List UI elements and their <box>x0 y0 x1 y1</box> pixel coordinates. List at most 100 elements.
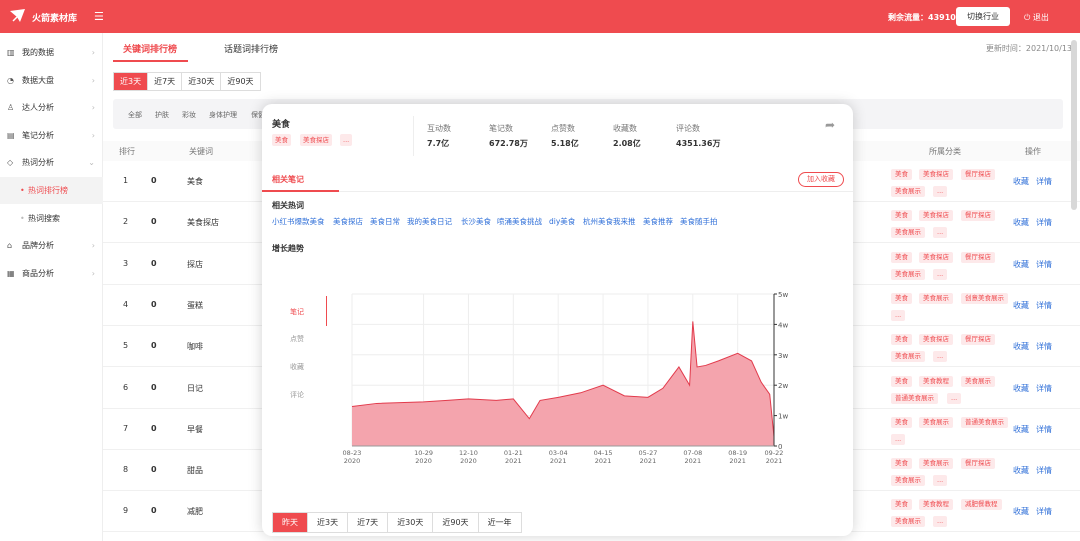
update-time: 更新时间：2021/10/13 <box>985 44 1072 53</box>
popup-range-selector: 昨天 近3天 近7天 近30天 近90天 近一年 <box>272 512 522 533</box>
hotword-link[interactable]: 美食探店 <box>333 216 363 227</box>
rocket-logo-icon <box>10 9 25 22</box>
range-90d-button[interactable]: 近90天 <box>433 513 479 532</box>
sidebar-item-brand[interactable]: ⌂ 品牌分析 › <box>0 232 103 259</box>
sidebar-item-market[interactable]: ◔ 数据大盘 › <box>0 67 103 94</box>
remaining-credits: 剩余流量：43910 <box>888 13 956 22</box>
related-hotwords-title: 相关热词 <box>272 201 304 210</box>
detail-link[interactable]: 详情 <box>1036 300 1052 311</box>
keyword-cell[interactable]: 甜品 <box>187 465 203 476</box>
sidebar-item-hotwords[interactable]: ◇ 热词分析 ⌄ <box>0 149 103 176</box>
shop-icon: ▦ <box>7 269 15 278</box>
tab-topic-ranking[interactable]: 话题词排行榜 <box>224 42 278 55</box>
range-3d-button[interactable]: 近3天 <box>114 73 149 90</box>
favorite-link[interactable]: 收藏 <box>1013 383 1029 394</box>
switch-industry-button[interactable]: 切换行业 <box>956 7 1010 26</box>
sidebar-item-goods[interactable]: ▦ 商品分析 › <box>0 260 103 287</box>
favorite-link[interactable]: 收藏 <box>1013 300 1029 311</box>
category-bodycare[interactable]: 身体护理 <box>209 110 237 120</box>
sidebar-item-kol[interactable]: ♙ 达人分析 › <box>0 94 103 121</box>
favorite-link[interactable]: 收藏 <box>1013 217 1029 228</box>
detail-link[interactable]: 详情 <box>1036 506 1052 517</box>
category-tag: 美食 <box>891 251 912 263</box>
category-tag: 美食探店 <box>919 169 953 180</box>
sidebar-item-my-data[interactable]: ▥ 我的数据 › <box>0 39 103 66</box>
range-30d-button[interactable]: 近30天 <box>388 513 434 532</box>
x-tick-label: 10-29 <box>414 449 433 457</box>
rank-change-cell: 0 <box>151 506 157 516</box>
hotword-link[interactable]: 美食日常 <box>370 216 400 227</box>
sidebar-item-notes[interactable]: ▤ 笔记分析 › <box>0 122 103 149</box>
metric-comments-tab[interactable]: 评论 <box>290 390 304 400</box>
tab-related-notes[interactable]: 相关笔记 <box>272 174 304 185</box>
favorite-link[interactable]: 收藏 <box>1013 176 1029 187</box>
category-tag: 美食探店 <box>919 334 953 346</box>
range-30d-button[interactable]: 近30天 <box>182 73 222 90</box>
favorite-link[interactable]: 收藏 <box>1013 506 1029 517</box>
hotword-link[interactable]: 美食随手拍 <box>680 216 718 227</box>
category-skincare[interactable]: 护肤 <box>155 110 169 120</box>
detail-link[interactable]: 详情 <box>1036 217 1052 228</box>
hotword-link[interactable]: 小红书爆款美食 <box>272 216 325 227</box>
metric-favorites-tab[interactable]: 收藏 <box>290 362 304 372</box>
range-7d-button[interactable]: 近7天 <box>348 513 389 532</box>
category-tag: ... <box>947 392 962 404</box>
favorite-link[interactable]: 收藏 <box>1013 424 1029 435</box>
rank-cell: 7 <box>123 423 129 433</box>
metric-notes-tab[interactable]: 笔记 <box>290 307 304 317</box>
category-tag: 美食 <box>891 334 912 346</box>
category-makeup[interactable]: 彩妆 <box>182 110 196 120</box>
keyword-cell[interactable]: 日记 <box>187 383 203 394</box>
category-tag: 美食展示 <box>919 416 953 428</box>
keyword-cell[interactable]: 咖啡 <box>187 341 203 352</box>
range-3d-button[interactable]: 近3天 <box>308 513 349 532</box>
menu-toggle-icon[interactable]: ☰ <box>94 10 104 23</box>
hotword-link[interactable]: 美食推荐 <box>643 216 673 227</box>
keyword-cell[interactable]: 蛋糕 <box>187 300 203 311</box>
range-yesterday-button[interactable]: 昨天 <box>273 513 308 532</box>
stat-value: 672.78万 <box>489 139 528 148</box>
detail-link[interactable]: 详情 <box>1036 341 1052 352</box>
page-scrollbar[interactable] <box>1071 40 1077 210</box>
category-tag: 美食展示 <box>891 186 925 197</box>
tab-keyword-ranking[interactable]: 关键词排行榜 <box>123 42 177 55</box>
favorite-link[interactable]: 收藏 <box>1013 259 1029 270</box>
sidebar-item-hotword-search[interactable]: • 热词搜索 <box>0 205 103 232</box>
category-tag: 餐厅探店 <box>961 169 995 180</box>
detail-link[interactable]: 详情 <box>1036 465 1052 476</box>
metric-likes-tab[interactable]: 点赞 <box>290 334 304 344</box>
range-1y-button[interactable]: 近一年 <box>479 513 521 532</box>
detail-link[interactable]: 详情 <box>1036 176 1052 187</box>
range-7d-button[interactable]: 近7天 <box>148 73 183 90</box>
header-category: 所属分类 <box>929 147 961 156</box>
pie-icon: ◔ <box>7 76 14 85</box>
keyword-cell[interactable]: 美食探店 <box>187 217 219 228</box>
category-tag: 美食展示 <box>891 268 925 280</box>
range-90d-button[interactable]: 近90天 <box>221 73 259 90</box>
category-all[interactable]: 全部 <box>128 110 142 120</box>
y-tick-label: 4w <box>778 321 788 329</box>
hotword-link[interactable]: diy美食 <box>549 216 575 227</box>
hotword-link[interactable]: 我的美食日记 <box>407 216 452 227</box>
favorite-link[interactable]: 收藏 <box>1013 465 1029 476</box>
add-favorite-button[interactable]: 加入收藏 <box>798 172 844 187</box>
sidebar-item-hotword-ranking[interactable]: • 热词排行榜 <box>0 177 103 204</box>
share-icon[interactable]: ➦ <box>825 118 835 132</box>
x-tick-year-label: 2021 <box>685 457 702 465</box>
x-tick-year-label: 2021 <box>729 457 746 465</box>
x-tick-label: 09-22 <box>765 449 784 457</box>
hotword-link[interactable]: 喷涌美食挑战 <box>497 216 542 227</box>
keyword-cell[interactable]: 美食 <box>187 176 203 187</box>
detail-link[interactable]: 详情 <box>1036 424 1052 435</box>
hotword-link[interactable]: 长沙美食 <box>461 216 491 227</box>
keyword-cell[interactable]: 探店 <box>187 259 203 270</box>
keyword-cell[interactable]: 早餐 <box>187 424 203 435</box>
stat-value: 2.08亿 <box>613 139 641 148</box>
logout-button[interactable]: ⏻ 退出 <box>1024 12 1049 23</box>
favorite-link[interactable]: 收藏 <box>1013 341 1029 352</box>
chevron-right-icon: › <box>91 76 95 85</box>
hotword-link[interactable]: 杭州美食我来推 <box>583 216 636 227</box>
detail-link[interactable]: 详情 <box>1036 383 1052 394</box>
detail-link[interactable]: 详情 <box>1036 259 1052 270</box>
keyword-cell[interactable]: 减肥 <box>187 506 203 517</box>
